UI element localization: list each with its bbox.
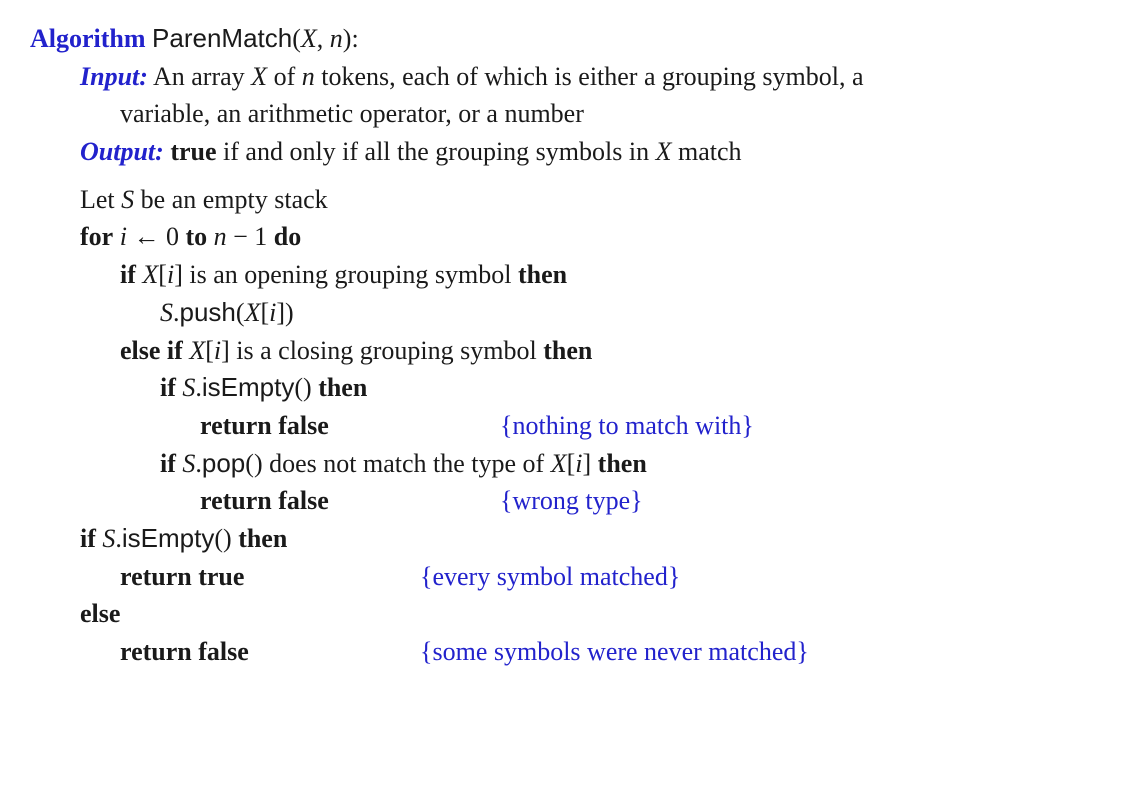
var-n: n bbox=[302, 62, 315, 91]
if-pop-mismatch: if S.pop() does not match the type of X[… bbox=[30, 445, 1110, 483]
kw-to: to bbox=[185, 222, 207, 251]
param-n: n bbox=[330, 24, 343, 53]
kw-algorithm: Algorithm bbox=[30, 24, 146, 53]
text: variable, an arithmetic operator, or a n… bbox=[120, 99, 584, 128]
var-i: i bbox=[575, 449, 582, 478]
kw-then: then bbox=[238, 524, 287, 553]
algorithm-pseudocode: Algorithm ParenMatch(X, n): Input: An ar… bbox=[0, 0, 1140, 691]
var-X: X bbox=[142, 260, 158, 289]
kw-input: Input: bbox=[80, 62, 148, 91]
if-isempty-inner: if S.isEmpty() then bbox=[30, 369, 1110, 407]
kw-elseif: else if bbox=[120, 336, 183, 365]
return-true: return true {every symbol matched} bbox=[30, 558, 1110, 596]
kw-else: else bbox=[80, 599, 120, 628]
param-X: X bbox=[301, 24, 317, 53]
fn-push: push bbox=[180, 297, 236, 327]
kw-output: Output: bbox=[80, 137, 164, 166]
comma: , bbox=[317, 24, 330, 53]
arrow-zero: ← 0 bbox=[127, 222, 186, 251]
var-X: X bbox=[245, 298, 261, 327]
bracket-open: [ bbox=[567, 449, 576, 478]
var-X: X bbox=[251, 62, 267, 91]
return-unmatched: return false {some symbols were never ma… bbox=[30, 633, 1110, 671]
bracket-open: [ bbox=[260, 298, 269, 327]
comment-unmatched: {some symbols were never matched} bbox=[420, 637, 809, 666]
var-S: S bbox=[182, 373, 195, 402]
var-X: X bbox=[551, 449, 567, 478]
text: tokens, each of which is either a groupi… bbox=[315, 62, 864, 91]
text: match bbox=[671, 137, 741, 166]
bracket-open: [ bbox=[205, 336, 214, 365]
var-S: S bbox=[121, 185, 134, 214]
var-S: S bbox=[102, 524, 115, 553]
text: be an empty stack bbox=[134, 185, 328, 214]
if-opening: if X[i] is an opening grouping symbol th… bbox=[30, 256, 1110, 294]
bracket-close-paren: ]) bbox=[276, 298, 293, 327]
if-isempty-outer: if S.isEmpty() then bbox=[30, 520, 1110, 558]
comment-every-matched: {every symbol matched} bbox=[420, 562, 680, 591]
kw-then: then bbox=[598, 449, 647, 478]
var-n: n bbox=[207, 222, 227, 251]
text: () does not match the type of bbox=[245, 449, 550, 478]
var-X: X bbox=[656, 137, 672, 166]
kw-if: if bbox=[80, 524, 96, 553]
fn-pop: pop bbox=[202, 448, 245, 478]
let-line: Let S be an empty stack bbox=[30, 181, 1110, 219]
fn-isempty: isEmpty bbox=[202, 372, 294, 402]
text: An array bbox=[148, 62, 251, 91]
bracket-close: ] bbox=[221, 336, 230, 365]
kw-do: do bbox=[274, 222, 301, 251]
paren-close: ): bbox=[343, 24, 359, 53]
kw-then: then bbox=[543, 336, 592, 365]
algorithm-name: ParenMatch bbox=[152, 23, 292, 53]
bracket-open: [ bbox=[158, 260, 167, 289]
return-nothing: return false {nothing to match with} bbox=[30, 407, 1110, 445]
kw-if: if bbox=[160, 373, 176, 402]
var-X: X bbox=[189, 336, 205, 365]
algorithm-header: Algorithm ParenMatch(X, n): bbox=[30, 20, 1110, 58]
kw-for: for bbox=[80, 222, 113, 251]
kw-then: then bbox=[518, 260, 567, 289]
kw-return-false: return false bbox=[120, 637, 249, 666]
paren-open: ( bbox=[292, 24, 301, 53]
kw-return-true: return true bbox=[120, 562, 244, 591]
bracket-close: ] bbox=[174, 260, 183, 289]
kw-if: if bbox=[160, 449, 176, 478]
var-S: S bbox=[160, 298, 173, 327]
minus-one: − 1 bbox=[227, 222, 274, 251]
kw-return-false: return false bbox=[200, 486, 329, 515]
true-kw: true bbox=[170, 137, 216, 166]
text: is an opening grouping symbol bbox=[183, 260, 518, 289]
var-i: i bbox=[120, 222, 127, 251]
input-line1: Input: An array X of n tokens, each of w… bbox=[30, 58, 1110, 96]
else-line: else bbox=[30, 595, 1110, 633]
elseif-closing: else if X[i] is a closing grouping symbo… bbox=[30, 332, 1110, 370]
return-wrong-type: return false {wrong type} bbox=[30, 482, 1110, 520]
var-S: S bbox=[182, 449, 195, 478]
fn-isempty: isEmpty bbox=[122, 523, 214, 553]
text: is a closing grouping symbol bbox=[230, 336, 543, 365]
input-line2: variable, an arithmetic operator, or a n… bbox=[30, 95, 1110, 133]
output-line: Output: true if and only if all the grou… bbox=[30, 133, 1110, 171]
comment-wrong-type: {wrong type} bbox=[500, 486, 643, 515]
spacer bbox=[30, 171, 1110, 181]
paren-pair: () bbox=[214, 524, 238, 553]
text: Let bbox=[80, 185, 121, 214]
kw-return-false: return false bbox=[200, 411, 329, 440]
comment-nothing: {nothing to match with} bbox=[500, 411, 754, 440]
text: of bbox=[267, 62, 302, 91]
bracket-close: ] bbox=[583, 449, 598, 478]
kw-then: then bbox=[318, 373, 367, 402]
paren-pair: () bbox=[294, 373, 318, 402]
kw-if: if bbox=[120, 260, 136, 289]
push-line: S.push(X[i]) bbox=[30, 294, 1110, 332]
text: if and only if all the grouping symbols … bbox=[217, 137, 656, 166]
for-line: for i ← 0 to n − 1 do bbox=[30, 218, 1110, 256]
paren-open: ( bbox=[236, 298, 245, 327]
